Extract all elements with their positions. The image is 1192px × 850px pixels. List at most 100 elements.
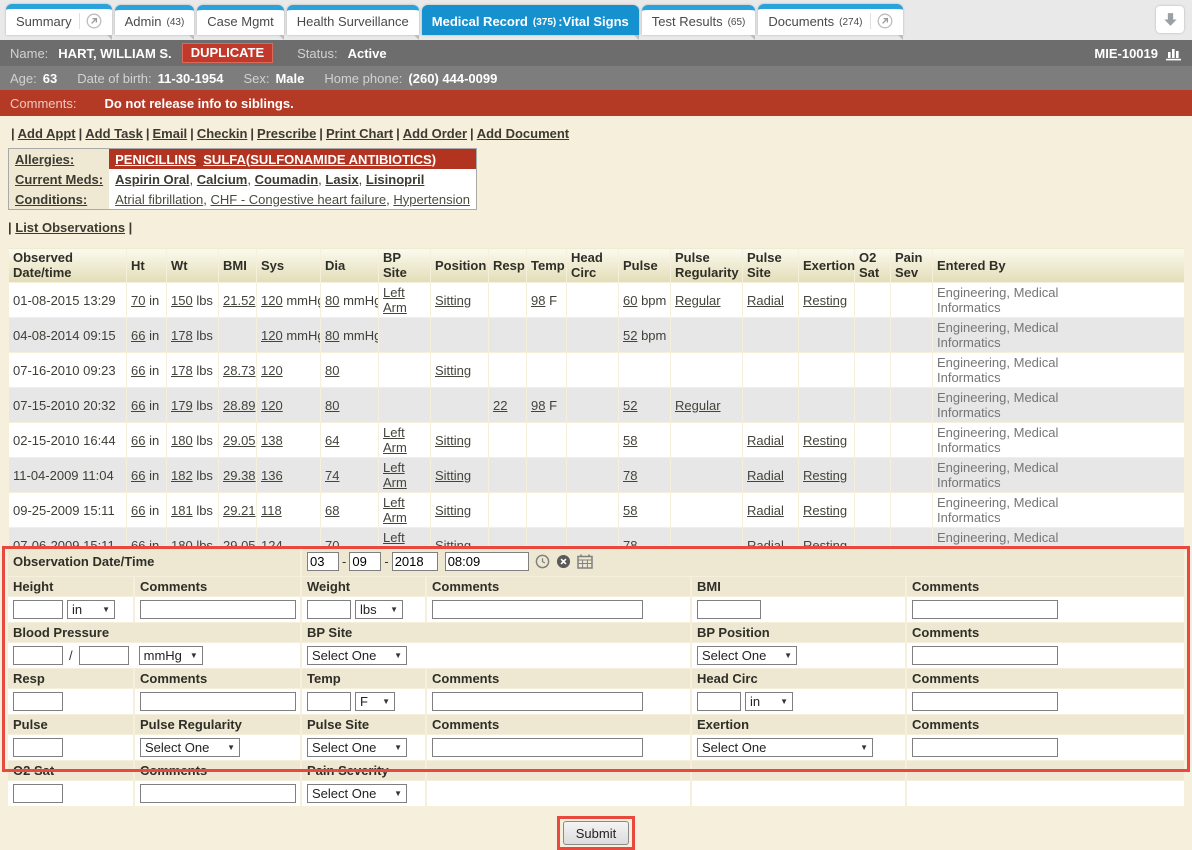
head-circ-comments-input[interactable] [912, 692, 1058, 711]
tab-admin[interactable]: Admin(43) [115, 5, 195, 35]
observation-value-link[interactable]: Resting [803, 538, 847, 548]
bmi-input[interactable] [697, 600, 761, 619]
observation-value-link[interactable]: 98 [531, 293, 545, 308]
observation-value-link[interactable]: 180 [171, 433, 193, 448]
observation-value-link[interactable]: 80 [325, 398, 339, 413]
tab-documents[interactable]: Documents(274) [758, 4, 902, 35]
observation-value-link[interactable]: Regular [675, 398, 721, 413]
observation-value-link[interactable]: 60 [623, 293, 637, 308]
observation-value-link[interactable]: Resting [803, 433, 847, 448]
bp-comments-input[interactable] [912, 646, 1058, 665]
head-circ-unit-select[interactable]: in▼ [745, 692, 793, 711]
observation-value-link[interactable]: Radial [747, 538, 784, 548]
obs-day-input[interactable] [349, 552, 381, 571]
observation-value-link[interactable]: 66 [131, 363, 145, 378]
observation-value-link[interactable]: 28.89 [223, 398, 256, 413]
observation-value-link[interactable]: 66 [131, 503, 145, 518]
observation-value-link[interactable]: 64 [325, 433, 339, 448]
bp-site-select[interactable]: Select One▼ [307, 646, 407, 665]
pulse-comments-input[interactable] [432, 738, 643, 757]
exertion-select[interactable]: Select One▼ [697, 738, 873, 757]
allergy-link[interactable]: SULFA(SULFONAMIDE ANTIBIOTICS) [203, 152, 436, 167]
observation-value-link[interactable]: 66 [131, 538, 145, 548]
observation-value-link[interactable]: 150 [171, 293, 193, 308]
jump-icon[interactable] [870, 13, 893, 29]
observation-value-link[interactable]: 181 [171, 503, 193, 518]
allergies-label-link[interactable]: Allergies: [15, 152, 74, 167]
observation-value-link[interactable]: Resting [803, 503, 847, 518]
condition-link[interactable]: CHF - Congestive heart failure [211, 192, 387, 207]
observation-value-link[interactable]: 138 [261, 433, 283, 448]
add-order-link[interactable]: Add Order [403, 126, 467, 141]
clock-icon[interactable] [535, 554, 550, 569]
observation-value-link[interactable]: Radial [747, 433, 784, 448]
observation-value-link[interactable]: Left Arm [383, 530, 407, 547]
observation-value-link[interactable]: 29.38 [223, 468, 256, 483]
list-observations-link[interactable]: List Observations [15, 220, 125, 235]
medication-link[interactable]: Lisinopril [366, 172, 425, 187]
observation-value-link[interactable]: Radial [747, 468, 784, 483]
observation-value-link[interactable]: 66 [131, 398, 145, 413]
medication-link[interactable]: Lasix [325, 172, 358, 187]
email-link[interactable]: Email [152, 126, 187, 141]
observation-value-link[interactable]: Left Arm [383, 285, 407, 315]
clear-icon[interactable] [556, 554, 571, 569]
observation-value-link[interactable]: 120 [261, 293, 283, 308]
observation-value-link[interactable]: 58 [623, 503, 637, 518]
observation-value-link[interactable]: 58 [623, 433, 637, 448]
pain-severity-select[interactable]: Select One▼ [307, 784, 407, 803]
observation-value-link[interactable]: Left Arm [383, 425, 407, 455]
temp-input[interactable] [307, 692, 351, 711]
observation-value-link[interactable]: 78 [623, 538, 637, 548]
condition-link[interactable]: Hypertension [393, 192, 470, 207]
observation-value-link[interactable]: 66 [131, 433, 145, 448]
medication-link[interactable]: Calcium [197, 172, 248, 187]
observation-value-link[interactable]: 22 [493, 398, 507, 413]
calendar-icon[interactable] [577, 554, 593, 569]
weight-comments-input[interactable] [432, 600, 643, 619]
bp-diastolic-input[interactable] [79, 646, 129, 665]
bp-systolic-input[interactable] [13, 646, 63, 665]
weight-unit-select[interactable]: lbs▼ [355, 600, 403, 619]
observation-value-link[interactable]: Sitting [435, 363, 471, 378]
medication-link[interactable]: Coumadin [255, 172, 319, 187]
resp-input[interactable] [13, 692, 63, 711]
weight-input[interactable] [307, 600, 351, 619]
observation-value-link[interactable]: 124 [261, 538, 283, 548]
observation-value-link[interactable]: 120 [261, 363, 283, 378]
observation-value-link[interactable]: 80 [325, 293, 339, 308]
head-circ-input[interactable] [697, 692, 741, 711]
current-meds-label-link[interactable]: Current Meds: [15, 172, 103, 187]
observation-value-link[interactable]: Sitting [435, 433, 471, 448]
observation-value-link[interactable]: 78 [623, 468, 637, 483]
pulse-input[interactable] [13, 738, 63, 757]
checkin-link[interactable]: Checkin [197, 126, 248, 141]
conditions-label-link[interactable]: Conditions: [15, 192, 87, 207]
observation-value-link[interactable]: 66 [131, 328, 145, 343]
obs-year-input[interactable] [392, 552, 438, 571]
tab-medical-record[interactable]: Medical Record(375):Vital Signs [422, 5, 639, 35]
observation-value-link[interactable]: 28.73 [223, 363, 256, 378]
observation-value-link[interactable]: Sitting [435, 538, 471, 548]
observation-value-link[interactable]: 178 [171, 328, 193, 343]
download-button[interactable] [1156, 6, 1184, 33]
tab-health-surveillance[interactable]: Health Surveillance [287, 5, 419, 35]
observation-value-link[interactable]: Left Arm [383, 495, 407, 525]
obs-month-input[interactable] [307, 552, 339, 571]
observation-value-link[interactable]: Resting [803, 468, 847, 483]
observation-value-link[interactable]: Sitting [435, 468, 471, 483]
observation-value-link[interactable]: Sitting [435, 293, 471, 308]
observation-value-link[interactable]: 70 [325, 538, 339, 548]
observation-value-link[interactable]: Regular [675, 293, 721, 308]
observation-value-link[interactable]: 66 [131, 468, 145, 483]
observation-value-link[interactable]: 120 [261, 328, 283, 343]
observation-value-link[interactable]: 29.21 [223, 503, 256, 518]
observation-value-link[interactable]: 180 [171, 538, 193, 548]
tab-summary[interactable]: Summary [6, 4, 112, 35]
add-document-link[interactable]: Add Document [477, 126, 569, 141]
observation-value-link[interactable]: 29.05 [223, 433, 256, 448]
observation-value-link[interactable]: 179 [171, 398, 193, 413]
o2-sat-input[interactable] [13, 784, 63, 803]
observation-value-link[interactable]: Radial [747, 503, 784, 518]
jump-icon[interactable] [79, 13, 102, 29]
